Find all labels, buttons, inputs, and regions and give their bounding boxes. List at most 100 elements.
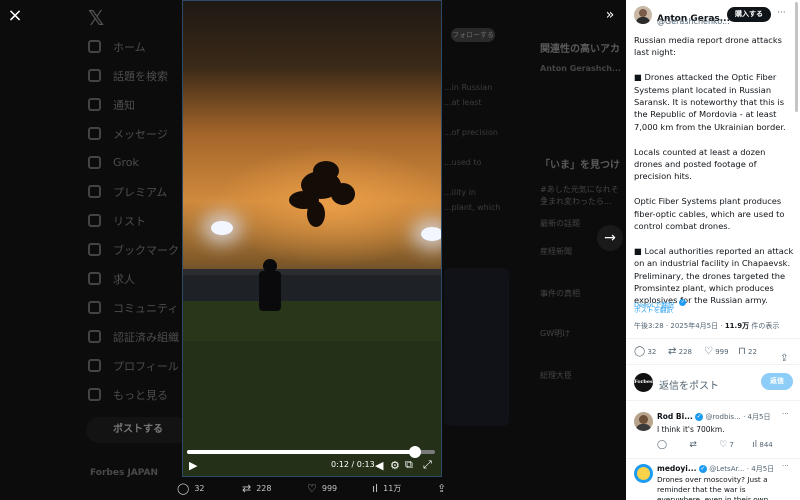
grok-icon <box>88 156 101 169</box>
reply-input[interactable]: 返信をポスト <box>659 377 719 392</box>
background-text-line: ...in Russian <box>444 83 493 92</box>
reply-author-name[interactable]: Rod Bi... <box>657 412 693 421</box>
video-views-stat[interactable]: ıl 11万 <box>372 482 401 495</box>
x-icon <box>88 185 101 198</box>
background-section-title: 「いま」を見つけ <box>540 160 620 171</box>
nav-item-lists: リスト <box>88 206 179 235</box>
gear-icon: ⚙ <box>390 459 400 472</box>
panel-scrollbar[interactable] <box>795 2 798 112</box>
reply-like-count: 7 <box>729 441 734 449</box>
reply-count: 32 <box>647 348 657 356</box>
tweet-paragraph: Russian media report drone attacks last … <box>634 35 782 58</box>
reply-item[interactable]: medoyi... ✓ @LetsAr... · 4月5日 Drones ove… <box>626 460 794 500</box>
background-trend: GW明け <box>540 329 571 338</box>
smoke-plume <box>307 201 325 227</box>
reply-stat[interactable]: ◯ 32 <box>634 346 656 357</box>
translate-post-link[interactable]: ポストを翻訳 <box>634 304 673 314</box>
share-icon: ⇪ <box>437 482 447 495</box>
volume-button[interactable]: ◀ <box>375 459 383 472</box>
tweet-paragraph: ■ Drones attacked the Optic Fiber System… <box>634 72 786 132</box>
video-like-stat[interactable]: ♡ 999 <box>307 482 337 495</box>
nav-item-label: 求人 <box>113 272 135 286</box>
bar-chart-icon[interactable]: ıl <box>752 440 757 450</box>
reply-more-icon[interactable]: ··· <box>782 410 789 418</box>
tweet-paragraph: Optic Fiber Systems plant produces fiber… <box>634 196 785 232</box>
fullscreen-button[interactable]: ⤢ <box>423 458 432 472</box>
author-avatar[interactable] <box>634 6 652 24</box>
nav-item-label: もっと見る <box>113 388 168 402</box>
video-progress-fill <box>187 450 416 454</box>
reply-author-name[interactable]: medoyi... <box>657 464 696 473</box>
video-progress-bar[interactable] <box>187 446 435 458</box>
retweet-stat[interactable]: ⇄ 228 <box>668 346 692 357</box>
background-trend: 事件の真相 <box>540 289 580 298</box>
reply-count: 32 <box>194 484 205 493</box>
retweet-icon: ⇄ <box>668 346 677 357</box>
retweet-count: 228 <box>678 348 692 356</box>
reply-text: I think it's 700km. <box>657 425 725 434</box>
like-stat[interactable]: ♡ 999 <box>704 346 729 357</box>
reply-more-icon[interactable]: ··· <box>782 462 789 470</box>
background-nav: ホーム 話題を検索 通知 メッセージ Grok プレミアム リスト ブックマーク… <box>88 32 179 409</box>
video-player[interactable]: ▶ 0:12 / 0:13 ◀ ⚙ ⧉ ⤢ <box>182 0 442 477</box>
smoke-plume <box>313 161 339 181</box>
reply-icon[interactable]: ◯ <box>657 440 667 450</box>
reply-date[interactable]: · 4月5日 <box>747 465 774 473</box>
close-button[interactable]: × <box>2 2 28 28</box>
settings-button[interactable]: ⚙ <box>390 459 400 472</box>
reply-author-handle: @rodbis... <box>705 413 741 421</box>
nav-item-profile: プロフィール <box>88 351 179 380</box>
share-icon: ⇪ <box>780 353 789 364</box>
play-button[interactable]: ▶ <box>189 459 197 472</box>
reply-avatar[interactable] <box>634 412 653 431</box>
like-count: 999 <box>321 484 338 493</box>
nav-item-explore: 話題を検索 <box>88 61 179 90</box>
retweet-icon: ⇄ <box>242 482 252 495</box>
retweet-count: 228 <box>256 484 272 493</box>
next-media-button[interactable]: → <box>597 225 623 251</box>
more-options-icon[interactable]: ··· <box>777 8 786 18</box>
bookmark-stat[interactable]: ⊓ 22 <box>738 346 757 357</box>
bookmark-icon <box>88 243 101 256</box>
nav-item-more: もっと見る <box>88 380 179 409</box>
pip-button[interactable]: ⧉ <box>405 458 413 472</box>
reply-text: Drones over moscovity? Just a reminder t… <box>657 475 769 500</box>
divider <box>626 338 800 339</box>
background-trend: 生まれ変わったら... <box>540 197 612 206</box>
reply-item[interactable]: Rod Bi... ✓ @rodbis... · 4月5日 I think it… <box>626 405 794 458</box>
briefcase-icon <box>88 272 101 285</box>
double-chevron-right-icon: » <box>605 7 615 23</box>
nav-item-jobs: 求人 <box>88 264 179 293</box>
background-post-button: ポストする <box>86 417 190 443</box>
list-icon <box>88 214 101 227</box>
close-icon: × <box>7 4 23 26</box>
author-handle: @Gerashchenko... <box>657 17 730 26</box>
subscribe-button[interactable]: 購入する <box>727 7 771 22</box>
background-follow-button: フォローする <box>451 28 495 42</box>
reply-icon: ◯ <box>177 482 190 495</box>
collapse-panel-button[interactable]: » <box>597 2 623 28</box>
background-text-line: ...at least <box>444 98 482 107</box>
tweet-paragraph: Locals counted at least a dozen drones a… <box>634 146 766 182</box>
share-button[interactable]: ⇪ <box>437 482 451 495</box>
reply-date[interactable]: · 4月5日 <box>743 413 770 421</box>
heart-icon[interactable]: ♡ <box>719 440 727 450</box>
floodlight <box>421 227 441 241</box>
video-reply-stat[interactable]: ◯ 32 <box>177 482 205 495</box>
retweet-icon[interactable]: ⇄ <box>689 440 697 450</box>
background-account: Anton Gerashch... <box>540 64 622 73</box>
background-text-line: ...plant, which <box>444 203 501 212</box>
bookmark-icon: ⊓ <box>738 346 746 357</box>
reply-icon: ◯ <box>634 346 646 357</box>
verified-badge-icon: ✓ <box>698 465 707 473</box>
heart-icon: ♡ <box>307 482 317 495</box>
reply-avatar[interactable] <box>634 464 653 483</box>
share-button[interactable]: ⇪ <box>780 346 788 365</box>
bell-icon <box>88 98 101 111</box>
divider <box>626 364 800 365</box>
video-retweet-stat[interactable]: ⇄ 228 <box>242 482 272 495</box>
tweet-timestamp[interactable]: 午後3:28 · 2025年4月5日 · <box>634 322 723 330</box>
reply-submit-button[interactable]: 返信 <box>761 373 793 390</box>
nav-item-label: リスト <box>113 214 146 228</box>
nav-item-label: 認証済み組織 <box>113 330 179 344</box>
